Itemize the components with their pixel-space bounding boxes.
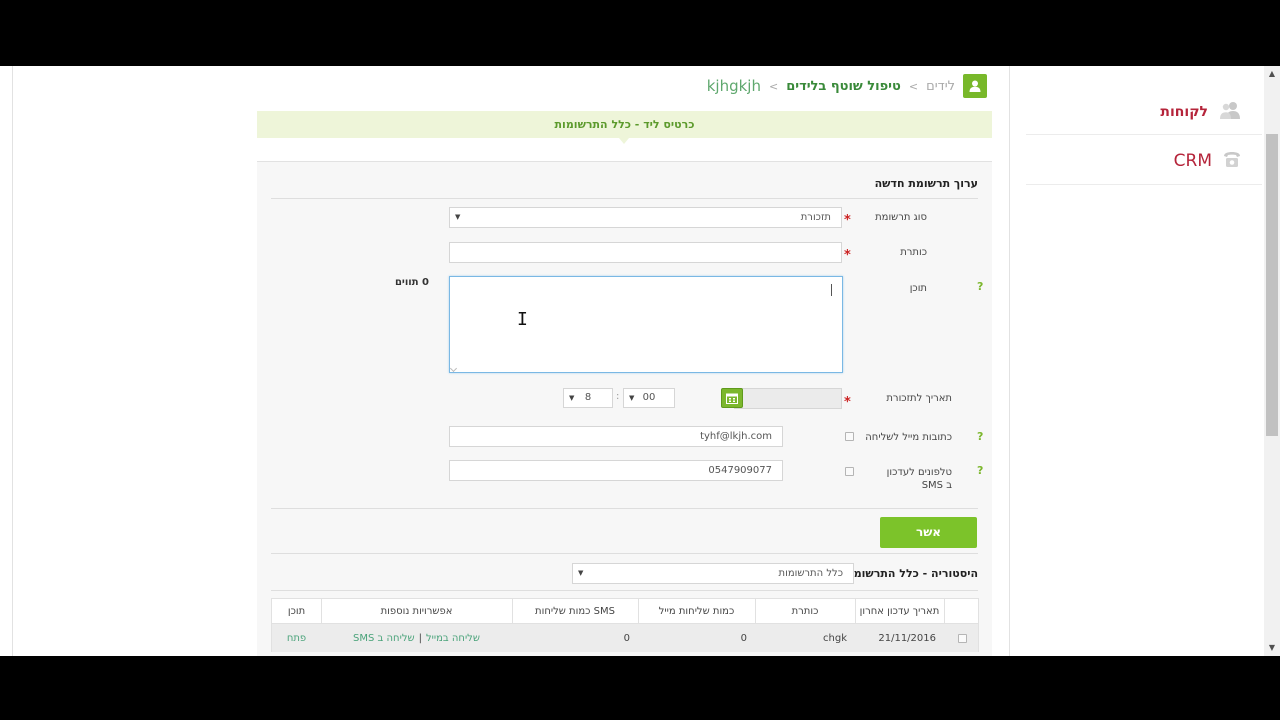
nav-item-crm[interactable]: CRM	[1174, 149, 1242, 173]
user-icon	[963, 74, 987, 98]
form-title: ערוך תרשומת חדשה	[874, 177, 978, 190]
sms-phone-input[interactable]: 0547909077	[449, 460, 783, 481]
subject-label: כותרת	[900, 247, 927, 258]
notice-pointer	[619, 138, 629, 144]
nav-crm-label: CRM	[1173, 151, 1212, 171]
time-separator: :	[616, 391, 620, 402]
scroll-down-icon[interactable]: ▼	[1264, 640, 1280, 656]
required-mark: *	[844, 395, 851, 410]
sms-checkbox[interactable]	[845, 467, 854, 476]
calendar-icon	[726, 393, 738, 404]
minute-value: 00	[642, 392, 656, 403]
breadcrumb-leads[interactable]: לידים	[926, 79, 955, 94]
select-column-header	[944, 599, 980, 623]
column-header-email-count[interactable]: כמות שליחות מייל	[638, 599, 755, 623]
lead-card-notice: כרטיס ליד - כלל התרשומות	[257, 111, 992, 138]
nav-item-customers[interactable]: לקוחות	[1160, 100, 1242, 124]
reminder-date-label: תאריך לתזכורת	[886, 393, 952, 404]
mouse-ibeam-cursor: I	[517, 309, 528, 330]
content-label: תוכן	[909, 283, 927, 294]
record-type-value: תזכורת	[800, 212, 831, 223]
scroll-up-icon[interactable]: ▲	[1264, 66, 1280, 82]
column-divider	[755, 599, 756, 623]
minute-select[interactable]: 00 ▼	[623, 388, 675, 408]
send-sms-link[interactable]: שליחה ב SMS	[353, 633, 415, 644]
scroll-thumb[interactable]	[1266, 134, 1278, 436]
column-divider	[512, 599, 513, 623]
help-icon[interactable]: ?	[977, 280, 983, 293]
history-filter-value: כלל התרשומות	[778, 568, 843, 579]
breadcrumb-separator: >	[768, 79, 779, 93]
email-checkbox[interactable]	[845, 432, 854, 441]
phone-icon	[1222, 149, 1242, 173]
row-checkbox[interactable]	[957, 633, 967, 643]
column-divider	[321, 599, 322, 623]
content-textarea[interactable]	[449, 276, 843, 373]
row-sms-count: 0	[623, 632, 630, 644]
dropdown-caret-icon: ▼	[629, 394, 635, 402]
dropdown-caret-icon: ▼	[578, 569, 584, 577]
row-options: שליחה במייל | שליחה ב SMS	[321, 624, 512, 652]
column-header-content: תוכן	[287, 605, 306, 617]
required-mark: *	[844, 213, 851, 228]
column-divider	[638, 599, 639, 623]
sms-label: טלפונים לעדכון ב SMS	[886, 467, 952, 491]
column-header-options: אפשרויות נוספות	[380, 605, 453, 617]
char-count: 0 תווים	[394, 277, 429, 288]
breadcrumb: לידים > טיפול שוטף בלידים > kjhgkjh	[707, 74, 987, 98]
row-email-count: 0	[740, 632, 747, 644]
edit-record-form: ערוך תרשומת חדשה סוג תרשומת * תזכורת ▼ כ…	[257, 161, 992, 656]
history-title: היסטוריה - כלל התרשומות	[842, 567, 978, 580]
table-row: 21/11/2016 chgk 0 0 שליחה במייל | שליחה …	[271, 624, 979, 652]
dropdown-caret-icon: ▼	[455, 213, 461, 221]
record-type-label: סוג תרשומת	[875, 212, 927, 223]
dropdown-caret-icon: ▼	[569, 394, 575, 402]
options-separator: |	[418, 632, 422, 644]
right-navigation: לקוחות CRM	[1026, 66, 1262, 656]
record-type-select[interactable]: תזכורת ▼	[449, 207, 842, 228]
hour-select[interactable]: 8 ▼	[563, 388, 613, 408]
subject-input[interactable]	[449, 242, 842, 263]
column-divider	[944, 599, 945, 623]
nav-divider	[1026, 184, 1262, 185]
required-mark: *	[844, 248, 851, 263]
divider	[271, 508, 978, 509]
divider	[271, 590, 978, 591]
row-last-update: 21/11/2016	[878, 632, 936, 644]
breadcrumb-separator: >	[908, 79, 919, 93]
nav-customers-label: לקוחות	[1160, 104, 1208, 120]
row-select-cell	[944, 624, 980, 652]
row-content: פתח	[272, 624, 321, 652]
nav-divider	[1026, 134, 1262, 135]
divider	[271, 553, 978, 554]
divider	[271, 198, 978, 199]
history-table-header: תאריך עדכון אחרון כותרת כמות שליחות מייל…	[271, 598, 979, 624]
column-header-subject[interactable]: כותרת	[755, 599, 855, 623]
email-label: כתובות מייל לשליחה	[865, 432, 952, 443]
help-icon[interactable]: ?	[977, 464, 983, 477]
customers-icon	[1218, 100, 1242, 124]
reminder-date-input[interactable]	[734, 388, 842, 409]
text-cursor	[831, 284, 832, 296]
help-icon[interactable]: ?	[977, 430, 983, 443]
row-subject: chgk	[823, 632, 847, 644]
column-header-last-update[interactable]: תאריך עדכון אחרון	[855, 599, 944, 623]
email-input[interactable]: tyhf@lkjh.com	[449, 426, 783, 447]
column-header-sms-count[interactable]: כמות שליחות SMS	[512, 599, 638, 623]
breadcrumb-current: kjhgkjh	[706, 77, 761, 95]
page-scrollbar[interactable]: ▲ ▼	[1264, 66, 1280, 656]
approve-button[interactable]: אשר	[880, 517, 977, 548]
main-panel: לידים > טיפול שוטף בלידים > kjhgkjh כרטי…	[12, 66, 1010, 656]
hour-value: 8	[584, 392, 592, 403]
browser-viewport: לידים > טיפול שוטף בלידים > kjhgkjh כרטי…	[0, 66, 1280, 656]
column-divider	[855, 599, 856, 623]
breadcrumb-shared-handling[interactable]: טיפול שוטף בלידים	[786, 79, 901, 94]
send-email-link[interactable]: שליחה במייל	[426, 633, 480, 644]
open-link[interactable]: פתח	[287, 633, 306, 644]
calendar-button[interactable]	[721, 388, 743, 408]
history-filter-select[interactable]: כלל התרשומות ▼	[572, 563, 854, 584]
resize-handle-icon[interactable]	[449, 364, 458, 373]
